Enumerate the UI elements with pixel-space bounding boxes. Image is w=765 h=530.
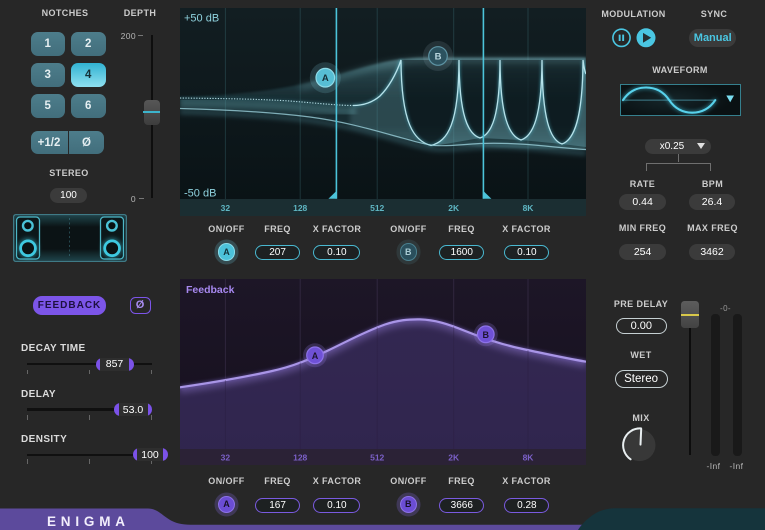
svg-text:-50 dB: -50 dB bbox=[184, 188, 216, 200]
svg-text:2K: 2K bbox=[448, 203, 460, 213]
svg-text:2K: 2K bbox=[448, 453, 460, 463]
svg-text:8K: 8K bbox=[523, 203, 535, 213]
svg-text:B: B bbox=[435, 52, 442, 63]
svg-text:+50 dB: +50 dB bbox=[184, 13, 219, 25]
svg-text:32: 32 bbox=[221, 453, 231, 463]
svg-text:512: 512 bbox=[370, 453, 384, 463]
svg-text:8K: 8K bbox=[523, 453, 535, 463]
svg-text:Feedback: Feedback bbox=[186, 284, 235, 296]
svg-text:512: 512 bbox=[370, 203, 384, 213]
svg-text:128: 128 bbox=[293, 203, 307, 213]
svg-text:128: 128 bbox=[293, 453, 307, 463]
svg-text:A: A bbox=[322, 73, 329, 84]
svg-text:A: A bbox=[312, 351, 319, 361]
svg-text:32: 32 bbox=[221, 203, 231, 213]
svg-text:B: B bbox=[483, 330, 490, 340]
